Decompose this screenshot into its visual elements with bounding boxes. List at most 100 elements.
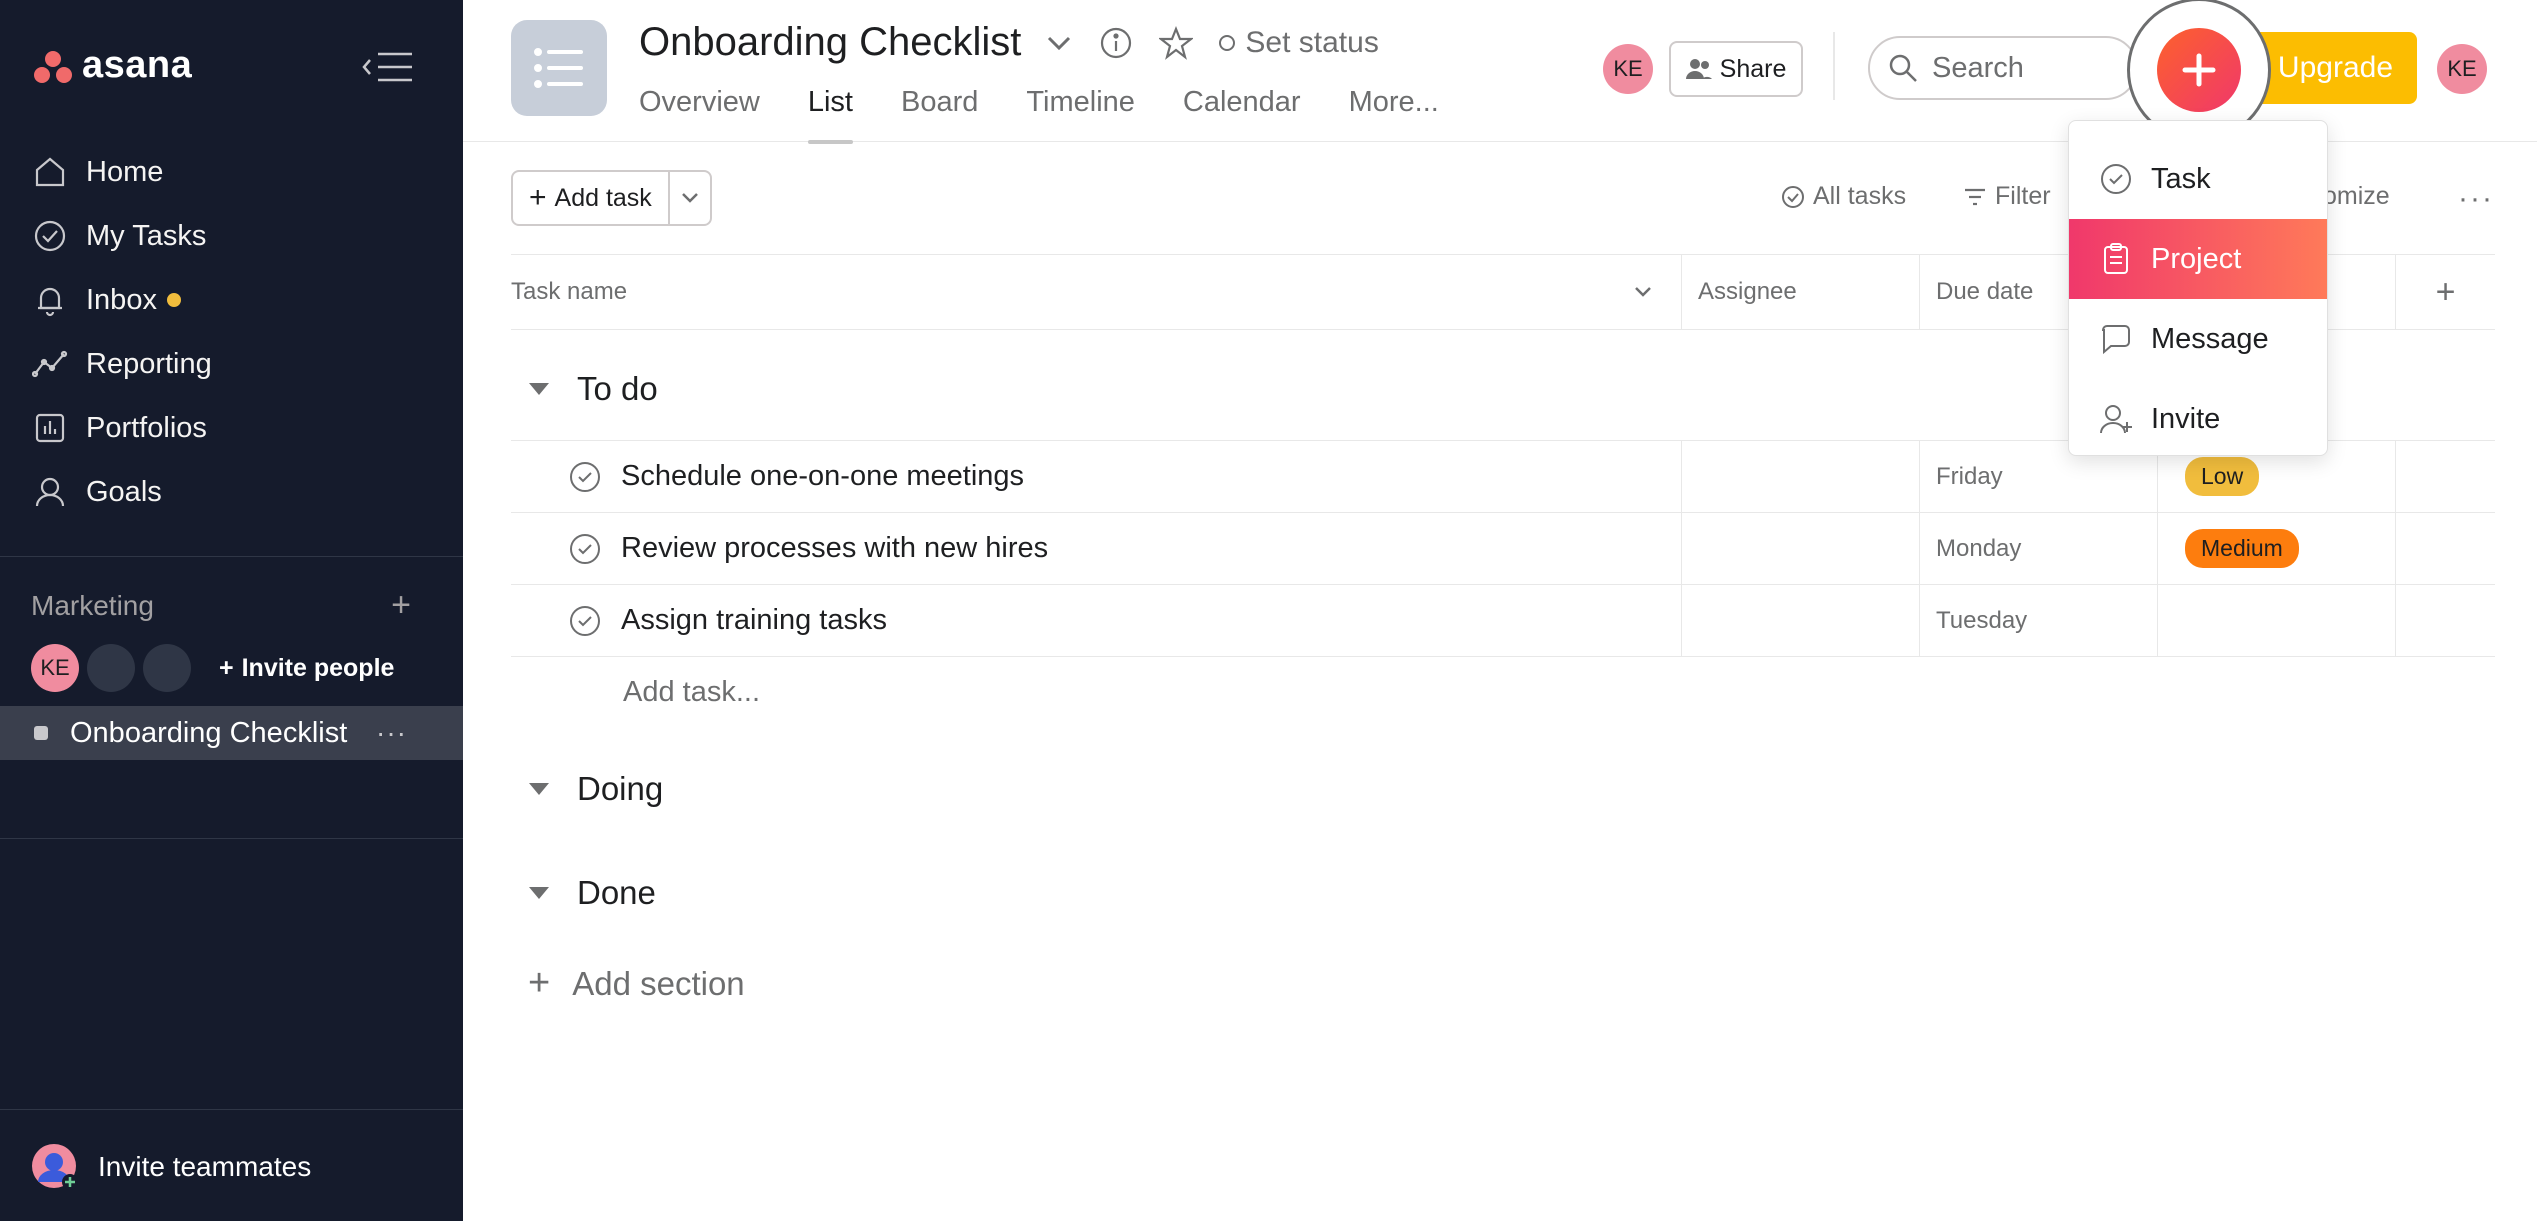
column-divider	[2157, 513, 2158, 585]
chevron-down-icon[interactable]	[1633, 285, 1653, 299]
quick-add-menu: Task Project Message Invite	[2068, 120, 2328, 456]
avatar[interactable]: KE	[31, 644, 79, 692]
add-task-button[interactable]: + Add task	[511, 170, 712, 226]
section-header-to-do[interactable]: To do	[511, 370, 658, 408]
check-circle-icon	[2101, 164, 2131, 194]
menu-item-invite[interactable]: Invite	[2069, 379, 2327, 459]
tab-list[interactable]: List	[807, 86, 854, 144]
invite-teammates-button[interactable]: Invite teammates	[30, 1142, 311, 1192]
tab-board[interactable]: Board	[901, 86, 978, 142]
check-circle-icon[interactable]	[569, 605, 601, 637]
sidebar-item-goals[interactable]: Goals	[0, 460, 463, 524]
add-task-main[interactable]: + Add task	[513, 172, 670, 224]
sidebar-divider	[0, 1109, 463, 1110]
sidebar: asana Home My Tasks Inbox Reporting Port…	[0, 0, 463, 1221]
invite-people-button[interactable]: + Invite people	[219, 654, 394, 683]
sidebar-item-portfolios[interactable]: Portfolios	[0, 396, 463, 460]
add-task-inline-button[interactable]: Add task...	[623, 676, 760, 709]
team-header[interactable]: Marketing +	[31, 586, 411, 625]
plus-icon: +	[529, 181, 547, 214]
task-name-cell[interactable]: Assign training tasks	[569, 585, 887, 656]
set-status-button[interactable]: Set status	[1219, 26, 1379, 60]
add-section-label: Add section	[572, 964, 745, 1002]
share-button[interactable]: Share	[1669, 41, 1803, 97]
upgrade-label: Upgrade	[2277, 51, 2393, 84]
avatar-placeholder	[143, 644, 191, 692]
project-list-icon[interactable]	[511, 20, 607, 116]
sidebar-item-project[interactable]: Onboarding Checklist ···	[0, 706, 463, 760]
check-circle-icon[interactable]	[569, 533, 601, 565]
avatar[interactable]: KE	[1603, 44, 1653, 94]
section-name: To do	[577, 370, 658, 407]
sidebar-item-reporting[interactable]: Reporting	[0, 332, 463, 396]
tab-more[interactable]: More...	[1349, 86, 1439, 142]
chevron-down-icon[interactable]	[1045, 33, 1073, 53]
menu-item-task[interactable]: Task	[2069, 139, 2327, 219]
search-input[interactable]: Search	[1868, 36, 2138, 100]
table-row[interactable]: Assign training tasks Tuesday	[511, 584, 2495, 657]
sidebar-item-home[interactable]: Home	[0, 140, 463, 204]
collapse-sidebar-icon[interactable]	[360, 48, 416, 86]
clipboard-icon	[2104, 243, 2128, 274]
speech-bubble-icon	[2101, 325, 2130, 355]
page-title[interactable]: Onboarding Checklist	[639, 20, 1021, 65]
section-header-doing[interactable]: Doing	[511, 770, 663, 808]
menu-item-label: Invite	[2151, 402, 2221, 435]
bell-icon	[38, 287, 62, 317]
tab-timeline[interactable]: Timeline	[1026, 86, 1135, 142]
task-name: Schedule one-on-one meetings	[621, 460, 1025, 492]
menu-item-message[interactable]: Message	[2069, 299, 2327, 379]
plus-icon	[2157, 28, 2241, 112]
column-divider	[2395, 513, 2396, 585]
sidebar-item-label: Inbox	[86, 283, 157, 316]
collapse-triangle-icon[interactable]	[529, 887, 549, 899]
filter-button[interactable]: Filter	[1963, 182, 2051, 211]
search-icon	[1889, 54, 1917, 82]
add-project-icon[interactable]: +	[391, 586, 411, 625]
check-circle-icon[interactable]	[569, 461, 601, 493]
star-icon[interactable]	[1159, 25, 1194, 60]
all-tasks-label: All tasks	[1813, 182, 1907, 210]
sidebar-item-label: Portfolios	[86, 411, 207, 444]
add-section-button[interactable]: + Add section	[528, 962, 745, 1005]
teammates-icon	[32, 1144, 78, 1190]
add-person-icon	[2100, 405, 2132, 434]
more-options-icon[interactable]: ···	[2458, 182, 2494, 216]
priority-cell[interactable]: Medium	[2185, 513, 2299, 584]
invite-people-label: Invite people	[241, 653, 395, 682]
info-icon[interactable]	[1099, 26, 1133, 60]
priority-badge: Medium	[2185, 529, 2299, 568]
asana-logo[interactable]: asana	[34, 44, 192, 87]
project-color-icon	[34, 726, 48, 740]
chevron-down-icon[interactable]	[670, 172, 710, 224]
due-date[interactable]: Monday	[1936, 513, 2021, 584]
column-header-assignee[interactable]: Assignee	[1681, 255, 1919, 329]
check-circle-icon	[34, 220, 66, 252]
more-options-icon[interactable]: ···	[376, 717, 407, 749]
tab-overview[interactable]: Overview	[639, 86, 760, 142]
due-date[interactable]: Friday	[1936, 441, 2003, 512]
task-name-cell[interactable]: Review processes with new hires	[569, 513, 1048, 584]
collapse-triangle-icon[interactable]	[529, 383, 549, 395]
due-date[interactable]: Tuesday	[1936, 585, 2027, 656]
person-icon	[35, 477, 65, 507]
column-label: Assignee	[1698, 278, 1797, 305]
user-avatar[interactable]: KE	[2437, 44, 2487, 94]
section-header-done[interactable]: Done	[511, 874, 656, 912]
menu-item-label: Project	[2151, 242, 2242, 275]
tab-calendar[interactable]: Calendar	[1183, 86, 1301, 142]
menu-item-project[interactable]: Project	[2069, 219, 2327, 299]
sidebar-item-inbox[interactable]: Inbox	[0, 268, 463, 332]
customize-button[interactable]: omize	[2323, 182, 2390, 211]
plus-icon: +	[219, 653, 234, 682]
task-name-cell[interactable]: Schedule one-on-one meetings	[569, 441, 1024, 512]
column-divider	[2157, 585, 2158, 657]
collapse-triangle-icon[interactable]	[529, 783, 549, 795]
column-divider	[1919, 585, 1920, 657]
table-row[interactable]: Review processes with new hires Monday M…	[511, 512, 2495, 585]
asana-logo-icon	[34, 49, 72, 83]
sidebar-item-my-tasks[interactable]: My Tasks	[0, 204, 463, 268]
add-column-button[interactable]: +	[2395, 255, 2495, 329]
column-header-task-name[interactable]: Task name	[511, 255, 1681, 329]
all-tasks-button[interactable]: All tasks	[1781, 182, 1906, 211]
